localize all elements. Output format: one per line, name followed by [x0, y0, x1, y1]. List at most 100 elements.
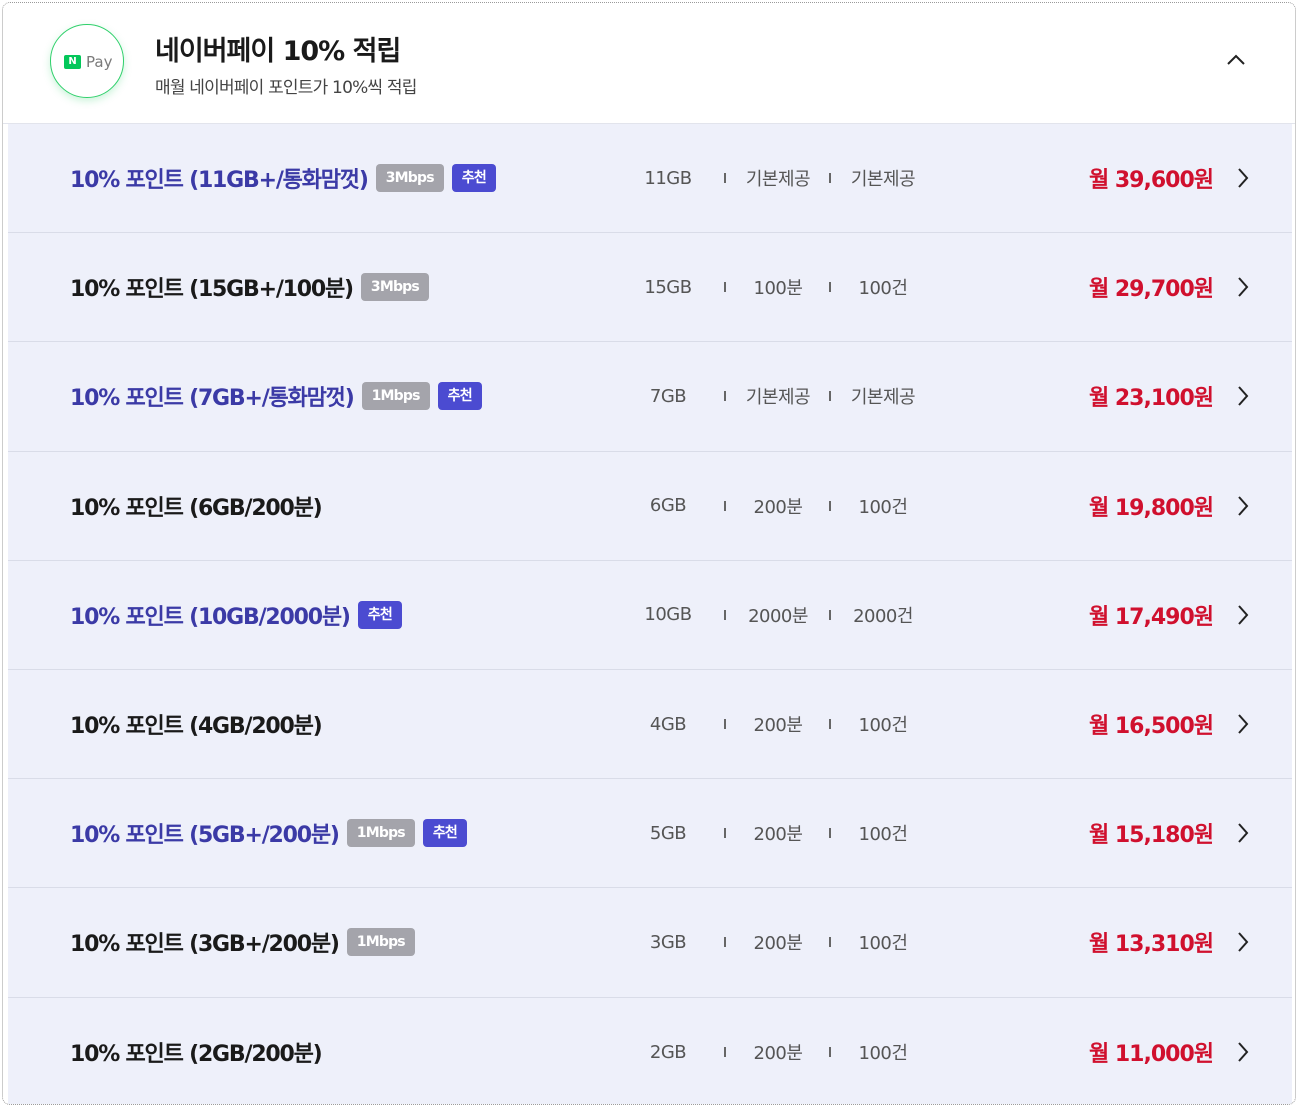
plan-sms: 100건: [858, 496, 908, 518]
divider: [724, 609, 726, 620]
plan-name: 10% 포인트 (3GB+/200분): [70, 932, 340, 958]
plan-data: 15GB: [644, 276, 692, 298]
plan-sms: 100건: [858, 715, 908, 737]
plan-voice: 기본제공: [745, 169, 811, 191]
plan-row[interactable]: 10% 포인트 (15GB+/100분) 3Mbps 15GB 100분 100건 월 2…: [8, 233, 1292, 343]
speed-badge: 3Mbps: [360, 273, 429, 302]
plan-price: 월 19,800원: [1088, 495, 1214, 521]
divider: [724, 828, 726, 839]
page-subtitle: 매월 네이버페이 포인트가 10%씩 적립: [155, 78, 417, 98]
plan-data: 6GB: [649, 495, 687, 517]
chevron-right-icon[interactable]: [1236, 603, 1250, 627]
page-title: 네이버페이 10% 적립: [155, 36, 401, 67]
plan-row[interactable]: 10% 포인트 (4GB/200분) 4GB 200분 100건 월 16,500원: [8, 669, 1292, 780]
plan-price: 월 39,600원: [1088, 168, 1214, 194]
divider: [724, 391, 726, 402]
plan-data: 10GB: [644, 604, 692, 626]
plan-row[interactable]: 10% 포인트 (6GB/200분) 6GB 200분 100건 월 19,800원: [8, 451, 1292, 561]
divider: [724, 937, 726, 948]
plan-name: 10% 포인트 (15GB+/100분): [70, 277, 354, 303]
accordion-header[interactable]: N Pay 네이버페이 10% 적립 매월 네이버페이 포인트가 10%씩 적립: [3, 3, 1295, 124]
plan-price: 월 16,500원: [1088, 714, 1214, 740]
plan-price: 월 13,310원: [1088, 932, 1214, 958]
recommend-badge: 추천: [451, 164, 496, 193]
speed-badge: 1Mbps: [346, 928, 415, 957]
divider: [724, 1047, 726, 1058]
plan-title-group: 10% 포인트 (5GB+/200분) 1Mbps 추천: [70, 779, 468, 887]
divider: [829, 391, 831, 402]
plan-sms: 100건: [858, 278, 908, 300]
recommend-badge: 추천: [357, 600, 402, 629]
plan-name: 10% 포인트 (11GB+/통화맘껏): [70, 168, 369, 194]
plan-voice: 200분: [753, 933, 803, 955]
plan-voice: 2000분: [748, 605, 808, 627]
divider: [724, 500, 726, 511]
recommend-badge: 추천: [437, 382, 482, 411]
plan-voice: 200분: [753, 824, 803, 846]
plan-data: 2GB: [649, 1041, 687, 1063]
chevron-right-icon[interactable]: [1236, 166, 1250, 190]
plan-data: 5GB: [649, 822, 687, 844]
plan-row[interactable]: 10% 포인트 (5GB+/200분) 1Mbps 추천 5GB 200분 100건 월 1…: [8, 779, 1292, 889]
divider: [724, 282, 726, 293]
chevron-right-icon[interactable]: [1236, 494, 1250, 518]
plan-row[interactable]: 10% 포인트 (11GB+/통화맘껏) 3Mbps 추천 11GB 기본제공 기본제공 월…: [8, 124, 1292, 234]
plan-data: 3GB: [649, 931, 687, 953]
plan-sms: 기본제공: [850, 169, 916, 191]
plan-sms: 100건: [858, 933, 908, 955]
plan-row[interactable]: 10% 포인트 (10GB/2000분) 추천 10GB 2000분 2000건 월 17…: [8, 560, 1292, 670]
plan-row[interactable]: 10% 포인트 (3GB+/200분) 1Mbps 3GB 200분 100건 월 13,…: [8, 888, 1292, 998]
divider: [829, 828, 831, 839]
plan-data: 11GB: [644, 167, 692, 189]
plan-price: 월 23,100원: [1088, 386, 1214, 412]
recommend-badge: 추천: [422, 819, 468, 848]
plan-row[interactable]: 10% 포인트 (7GB+/통화맘껏) 1Mbps 추천 7GB 기본제공 기본제공 월 2…: [8, 342, 1292, 452]
plan-name: 10% 포인트 (4GB/200분): [70, 714, 323, 740]
divider: [829, 500, 831, 511]
plan-sms: 100건: [858, 1043, 908, 1065]
plan-list: 10% 포인트 (11GB+/통화맘껏) 3Mbps 추천 11GB 기본제공 기본제공 월…: [8, 124, 1292, 1105]
plan-accordion-panel: N Pay 네이버페이 10% 적립 매월 네이버페이 포인트가 10%씩 적립…: [2, 2, 1296, 1105]
plan-name: 10% 포인트 (2GB/200분): [70, 1042, 323, 1068]
plan-sms: 2000건: [853, 605, 913, 627]
plan-data: 7GB: [649, 385, 687, 407]
divider: [829, 937, 831, 948]
plan-row[interactable]: 10% 포인트 (2GB/200분) 2GB 200분 100건 월 11,000원: [8, 997, 1292, 1105]
plan-title-group: 10% 포인트 (3GB+/200분) 1Mbps: [70, 888, 415, 996]
plan-sms: 기본제공: [850, 387, 916, 409]
divider: [829, 719, 831, 730]
divider: [829, 609, 831, 620]
plan-name: 10% 포인트 (10GB/2000분): [70, 604, 351, 630]
naver-pay-logo: N Pay: [50, 24, 124, 98]
logo-pay-text: Pay: [86, 53, 113, 71]
plan-name: 10% 포인트 (6GB/200분): [70, 495, 323, 521]
plan-title-group: 10% 포인트 (11GB+/통화맘껏) 3Mbps 추천: [70, 124, 496, 232]
plan-voice: 200분: [753, 715, 803, 737]
chevron-right-icon[interactable]: [1236, 1040, 1250, 1064]
plan-title-group: 10% 포인트 (4GB/200분): [70, 670, 323, 778]
plan-price: 월 17,490원: [1088, 604, 1214, 630]
naver-n-icon: N: [64, 55, 81, 69]
chevron-right-icon[interactable]: [1236, 930, 1250, 954]
speed-badge: 1Mbps: [346, 819, 415, 848]
plan-price: 월 15,180원: [1088, 823, 1214, 849]
plan-price: 월 29,700원: [1088, 277, 1214, 303]
chevron-right-icon[interactable]: [1236, 712, 1250, 736]
plan-voice: 100분: [753, 278, 803, 300]
plan-voice: 기본제공: [745, 387, 811, 409]
plan-sms: 100건: [858, 824, 908, 846]
divider: [724, 719, 726, 730]
chevron-up-icon[interactable]: [1225, 51, 1247, 69]
divider: [829, 1047, 831, 1058]
divider: [829, 173, 831, 184]
chevron-right-icon[interactable]: [1236, 821, 1250, 845]
speed-badge: 3Mbps: [375, 164, 444, 193]
plan-title-group: 10% 포인트 (2GB/200분): [70, 998, 323, 1105]
plan-title-group: 10% 포인트 (6GB/200분): [70, 452, 323, 560]
chevron-right-icon[interactable]: [1236, 384, 1250, 408]
chevron-right-icon[interactable]: [1236, 275, 1250, 299]
plan-voice: 200분: [753, 1043, 803, 1065]
plan-voice: 200분: [753, 496, 803, 518]
plan-name: 10% 포인트 (5GB+/200분): [70, 823, 340, 849]
plan-name: 10% 포인트 (7GB+/통화맘껏): [70, 386, 355, 412]
